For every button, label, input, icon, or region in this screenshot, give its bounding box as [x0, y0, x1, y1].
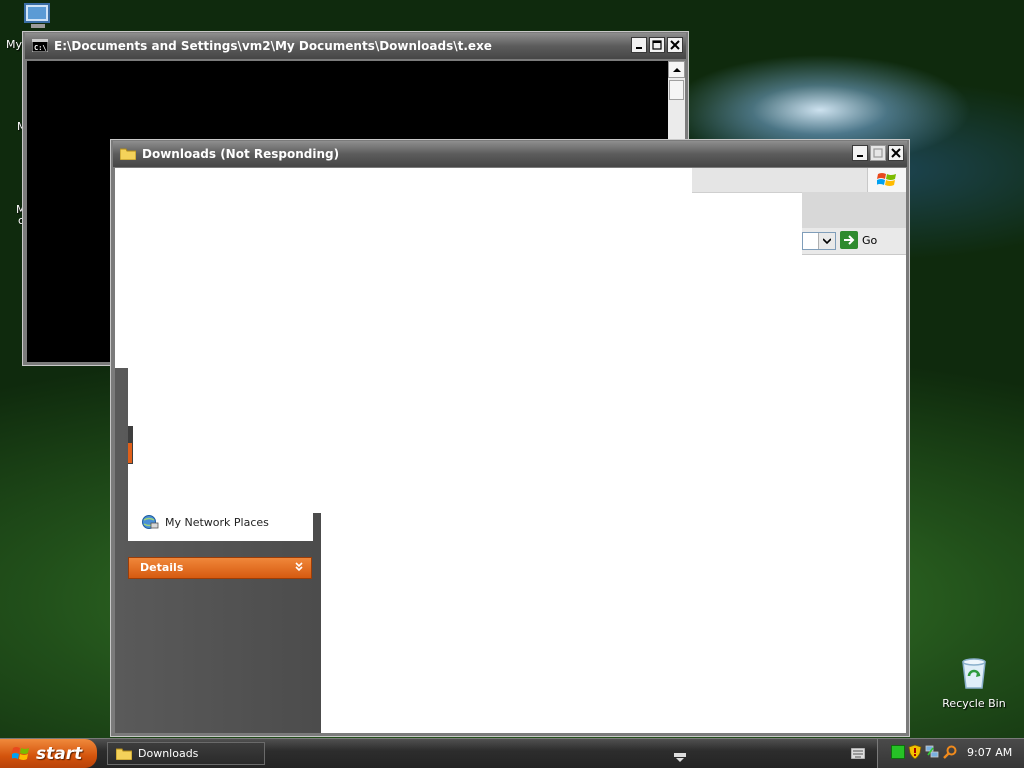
my-network-places-label: My Network Places: [165, 515, 269, 529]
my-computer-label: My: [6, 38, 23, 51]
go-button[interactable]: Go: [840, 231, 877, 249]
double-chevron-down-icon: [295, 562, 303, 572]
recycle-bin-icon: [962, 658, 986, 689]
up-arrow-icon: [672, 67, 681, 72]
recycle-bin-label: Recycle Bin: [942, 697, 1006, 710]
maximize-icon: [873, 148, 883, 158]
maximize-button[interactable]: [870, 145, 886, 161]
close-button[interactable]: [667, 37, 683, 53]
recycle-bin-desktop-icon[interactable]: Recycle Bin: [940, 656, 1008, 710]
close-icon: [891, 148, 901, 158]
minimize-icon: [857, 155, 863, 157]
folder-icon: [116, 748, 132, 760]
chevron-down-icon: [823, 238, 831, 244]
desktop: My M M c Recycle Bin C:\ E:\Documents an…: [0, 0, 1024, 738]
security-shield-icon[interactable]: [908, 745, 922, 759]
search-icon[interactable]: [943, 745, 957, 759]
scroll-up-button[interactable]: [668, 61, 685, 78]
clock[interactable]: 9:07 AM: [967, 739, 1012, 767]
computer-icon: [24, 3, 50, 28]
console-icon: C:\: [32, 39, 48, 52]
tasks-pane-accent: [128, 443, 132, 463]
explorer-client-area: Go My Network Places Details: [115, 168, 906, 733]
my-network-places-link[interactable]: My Network Places: [141, 514, 269, 530]
scroll-thumb[interactable]: [669, 80, 684, 100]
minimize-button[interactable]: [852, 145, 868, 161]
taskbar: start Downloads 9:07 AM: [0, 738, 1024, 768]
close-button[interactable]: [888, 145, 904, 161]
system-tray: 9:07 AM: [877, 739, 1024, 768]
folder-icon: [120, 148, 136, 160]
start-button[interactable]: start: [0, 739, 97, 768]
minimize-button[interactable]: [631, 37, 647, 53]
maximize-icon: [652, 40, 662, 50]
explorer-title: Downloads (Not Responding): [142, 147, 340, 161]
toolbar-remnant: [802, 192, 906, 228]
menu-bar-remnant: [692, 168, 906, 193]
tasks-pane: My Network Places Details: [115, 368, 321, 733]
go-arrow-icon: [840, 231, 858, 249]
windows-flag-icon: [12, 746, 29, 760]
network-icon[interactable]: [925, 745, 939, 759]
keyboard-icon[interactable]: [851, 748, 865, 759]
minimize-icon: [636, 47, 642, 49]
svg-text:C:\: C:\: [34, 44, 47, 52]
windows-logo: [867, 168, 906, 192]
explorer-window[interactable]: Downloads (Not Responding) Go My Network…: [110, 139, 910, 737]
green-status-icon[interactable]: [891, 745, 905, 759]
windows-flag-icon: [877, 173, 896, 186]
tasks-pane-blank: [128, 368, 321, 513]
details-label: Details: [140, 561, 184, 574]
address-dropdown[interactable]: [802, 232, 836, 250]
console-title: E:\Documents and Settings\vm2\My Documen…: [54, 39, 492, 53]
network-places-icon: [142, 515, 159, 529]
taskbar-button-label: Downloads: [138, 747, 199, 760]
go-label: Go: [862, 233, 878, 247]
details-panel-header[interactable]: Details: [128, 557, 312, 579]
console-titlebar[interactable]: C:\ E:\Documents and Settings\vm2\My Doc…: [25, 33, 686, 59]
explorer-titlebar[interactable]: Downloads (Not Responding): [113, 141, 907, 167]
start-label: start: [36, 743, 83, 764]
maximize-button[interactable]: [649, 37, 665, 53]
close-icon: [670, 40, 680, 50]
taskbar-button-downloads[interactable]: Downloads: [107, 742, 265, 765]
address-bar: Go: [802, 228, 906, 255]
show-hidden-icon[interactable]: [674, 753, 686, 763]
